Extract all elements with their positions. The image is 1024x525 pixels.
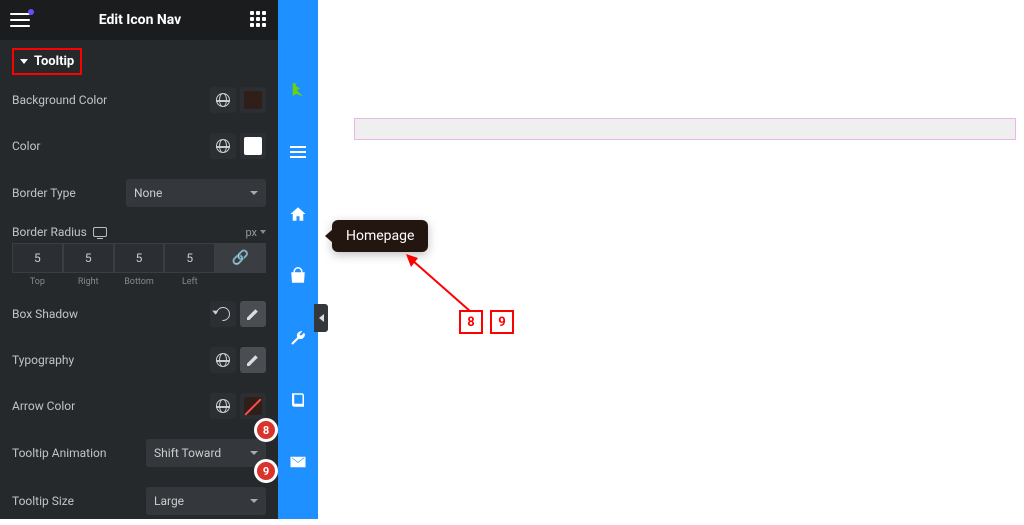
panel-collapse-button[interactable] xyxy=(314,304,328,332)
nav-docs[interactable] xyxy=(288,390,308,410)
globe-icon[interactable] xyxy=(210,133,236,159)
bgcolor-swatch[interactable] xyxy=(240,87,266,113)
icon-nav-preview xyxy=(278,0,318,519)
apps-grid-icon[interactable] xyxy=(250,11,268,29)
row-bordertype: Border Type None xyxy=(0,169,278,217)
nav-brand[interactable] xyxy=(288,80,308,100)
menu-icon[interactable] xyxy=(10,13,30,27)
row-boxshadow: Box Shadow xyxy=(0,291,278,337)
row-color: Color xyxy=(0,123,278,169)
tooltipsize-select[interactable]: Large xyxy=(146,487,266,515)
row-radius-head: Border Radius px xyxy=(0,217,278,243)
brand-icon xyxy=(289,81,307,99)
book-icon xyxy=(289,391,307,409)
pencil-icon xyxy=(247,354,259,366)
bgcolor-label: Background Color xyxy=(12,93,107,107)
typography-label: Typography xyxy=(12,353,74,367)
nav-tools[interactable] xyxy=(288,328,308,348)
wrench-icon xyxy=(289,329,307,347)
nav-shop[interactable] xyxy=(288,266,308,286)
row-tooltip-size: Tooltip Size Large xyxy=(0,477,278,525)
panel-header: Edit Icon Nav xyxy=(0,0,278,40)
radius-top-input[interactable] xyxy=(12,243,63,273)
editor-panel: Edit Icon Nav Tooltip Background Color C… xyxy=(0,0,278,519)
color-swatch[interactable] xyxy=(240,133,266,159)
panel-title: Edit Icon Nav xyxy=(99,12,182,28)
tooltipanim-select[interactable]: Shift Toward xyxy=(146,439,266,467)
row-typography: Typography xyxy=(0,337,278,383)
row-tooltip-animation: Tooltip Animation Shift Toward xyxy=(0,429,278,477)
row-bgcolor: Background Color xyxy=(0,77,278,123)
boxshadow-label: Box Shadow xyxy=(12,307,78,321)
section-title: Tooltip xyxy=(34,54,74,69)
typography-edit-button[interactable] xyxy=(240,347,266,373)
radius-label: Border Radius xyxy=(12,225,87,239)
responsive-icon[interactable] xyxy=(93,227,107,237)
caret-down-icon xyxy=(20,59,28,64)
tooltipsize-label: Tooltip Size xyxy=(12,494,74,508)
section-header[interactable]: Tooltip xyxy=(0,40,278,77)
radius-bottom-input[interactable] xyxy=(114,243,165,273)
tooltip-preview: Homepage xyxy=(332,220,428,252)
nav-menu[interactable] xyxy=(288,142,308,162)
pencil-icon xyxy=(247,308,259,320)
tooltipanim-label: Tooltip Animation xyxy=(12,446,106,460)
row-arrowcolor: Arrow Color xyxy=(0,383,278,429)
boxshadow-edit-button[interactable] xyxy=(240,301,266,327)
bordertype-label: Border Type xyxy=(12,186,76,200)
hamburger-icon xyxy=(290,146,306,158)
page-canvas xyxy=(318,0,1024,519)
home-icon xyxy=(289,205,307,223)
reset-button[interactable] xyxy=(210,301,236,327)
globe-icon[interactable] xyxy=(210,347,236,373)
color-label: Color xyxy=(12,139,40,153)
link-icon: 🔗 xyxy=(232,250,249,266)
annotation-box-8: 8 xyxy=(459,310,483,334)
mail-icon xyxy=(289,453,307,471)
globe-icon[interactable] xyxy=(210,87,236,113)
reset-icon xyxy=(213,304,233,324)
bordertype-select[interactable]: None xyxy=(126,179,266,207)
radius-right-input[interactable] xyxy=(63,243,114,273)
bag-icon xyxy=(289,267,307,285)
nav-contact[interactable] xyxy=(288,452,308,472)
arrowcolor-label: Arrow Color xyxy=(12,399,75,413)
radius-inputs: Top Right Bottom Left 🔗 xyxy=(0,243,278,291)
widget-placeholder[interactable] xyxy=(354,118,1016,140)
radius-unit-select[interactable]: px xyxy=(245,226,266,239)
arrowcolor-swatch[interactable] xyxy=(240,393,266,419)
callout-badge-9: 9 xyxy=(254,459,278,483)
annotation-box-9: 9 xyxy=(490,310,514,334)
globe-icon[interactable] xyxy=(210,393,236,419)
nav-home[interactable] xyxy=(288,204,308,224)
radius-link-button[interactable]: 🔗 xyxy=(215,243,266,273)
radius-left-input[interactable] xyxy=(164,243,215,273)
callout-badge-8: 8 xyxy=(254,418,278,442)
